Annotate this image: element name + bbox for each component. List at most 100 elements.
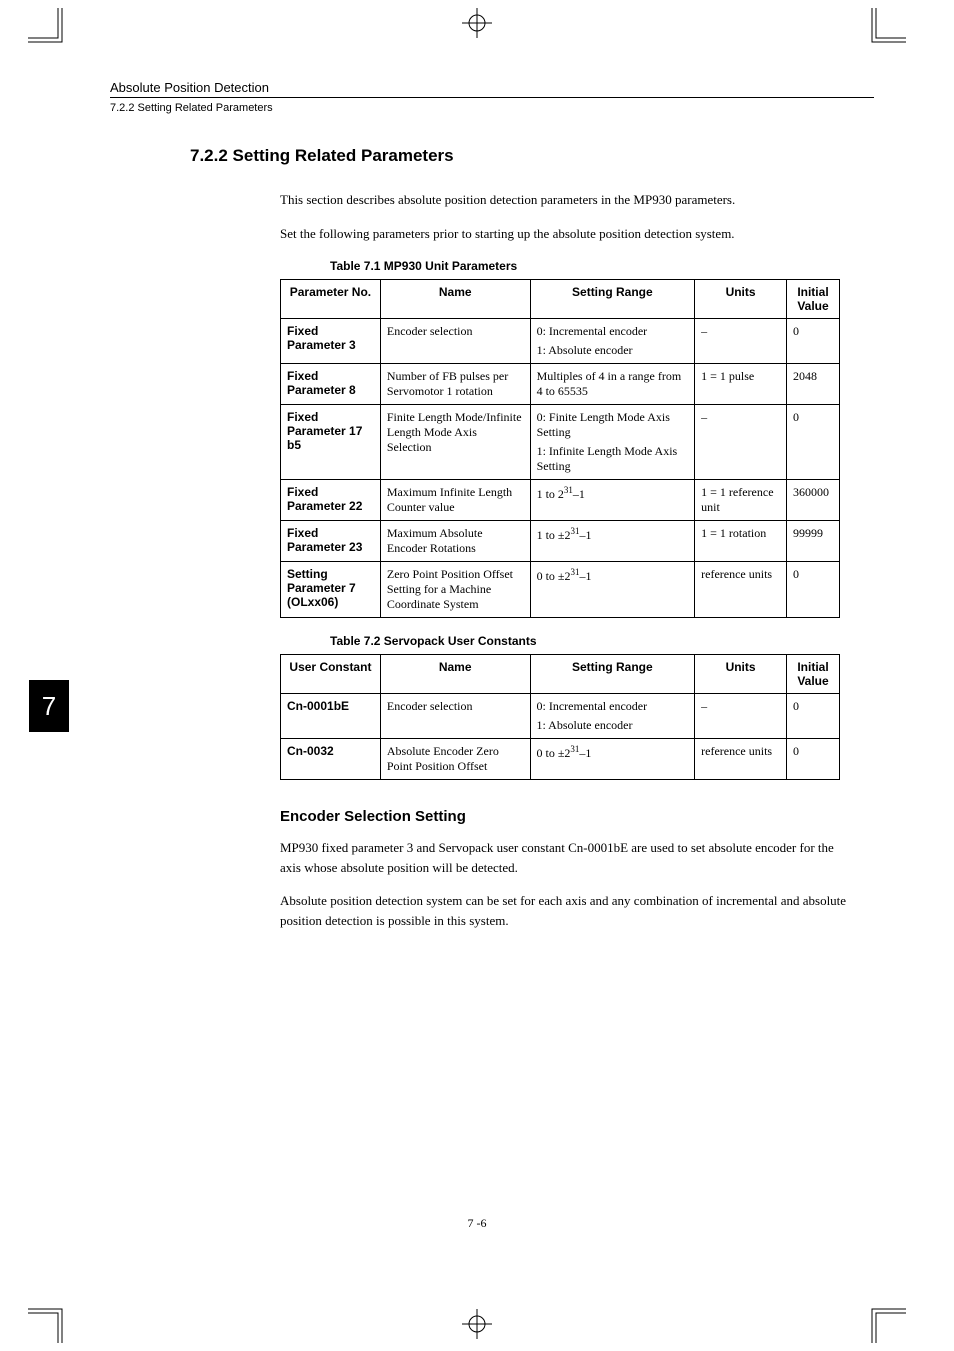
cell: Absolute Encoder Zero Point Position Off… (380, 739, 530, 780)
cell: 1 = 1 reference unit (695, 480, 787, 521)
cell: 0: Incremental encoder 1: Absolute encod… (530, 694, 695, 739)
cell: Setting Parameter 7 (OLxx06) (281, 562, 381, 618)
cell: Maximum Infinite Length Counter value (380, 480, 530, 521)
cell: Maximum Absolute Encoder Rotations (380, 521, 530, 562)
center-mark-icon (462, 8, 492, 42)
cell: 0 to ±231–1 (530, 562, 695, 618)
col-header: Name (380, 280, 530, 319)
col-header: Setting Range (530, 280, 695, 319)
text: 1 to 2 (537, 487, 564, 501)
superscript: 31 (564, 485, 573, 495)
cell: 2048 (786, 364, 839, 405)
paragraph: MP930 fixed parameter 3 and Servopack us… (280, 838, 854, 877)
cell: 1 to ±231–1 (530, 521, 695, 562)
col-header: Initial Value (786, 280, 839, 319)
range-text: 0: Incremental encoder (537, 324, 689, 339)
cell: 0 (786, 562, 839, 618)
page-number: 7 -6 (468, 1216, 487, 1231)
cell: 0 (787, 694, 840, 739)
head-rule (110, 97, 874, 98)
cell: Cn-0032 (281, 739, 381, 780)
table-7-2: User Constant Name Setting Range Units I… (280, 654, 840, 780)
cell: 1 = 1 pulse (695, 364, 787, 405)
paragraph: Absolute position detection system can b… (280, 891, 854, 930)
page: 7 Absolute Position Detection 7.2.2 Sett… (0, 0, 954, 1351)
subheading: Encoder Selection Setting (280, 808, 854, 825)
table-7-1: Parameter No. Name Setting Range Units I… (280, 279, 840, 618)
cell: Fixed Parameter 3 (281, 319, 381, 364)
text: –1 (573, 487, 585, 501)
range-text: 1: Absolute encoder (537, 718, 689, 733)
cell: 0 (786, 405, 839, 480)
intro-text: This section describes absolute position… (280, 190, 854, 210)
cell: 0 (786, 319, 839, 364)
cell: – (695, 694, 787, 739)
cell: – (695, 405, 787, 480)
sub-head: 7.2.2 Setting Related Parameters (110, 102, 874, 114)
cell: 99999 (786, 521, 839, 562)
cell: reference units (695, 739, 787, 780)
table-caption: Table 7.2 Servopack User Constants (330, 634, 854, 648)
col-header: User Constant (281, 655, 381, 694)
range-text: 0: Finite Length Mode Axis Setting (537, 410, 689, 440)
text: 0 to ±2 (537, 569, 571, 583)
table-row: Cn-0032 Absolute Encoder Zero Point Posi… (281, 739, 840, 780)
cell: Finite Length Mode/Infinite Length Mode … (380, 405, 530, 480)
content-area: This section describes absolute position… (280, 190, 854, 930)
center-mark-icon (462, 1309, 492, 1343)
cell: 1 = 1 rotation (695, 521, 787, 562)
table-row: Fixed Parameter 23 Maximum Absolute Enco… (281, 521, 840, 562)
cell: Fixed Parameter 23 (281, 521, 381, 562)
text: 1: Infinite Length Mode Axis Setting (537, 444, 678, 473)
cell: 0 (787, 739, 840, 780)
cell: Encoder selection (380, 694, 530, 739)
text: 0: Finite Length Mode Axis Setting (537, 410, 670, 439)
table-row: Setting Parameter 7 (OLxx06) Zero Point … (281, 562, 840, 618)
cell: Fixed Parameter 8 (281, 364, 381, 405)
range-text: 1: Absolute encoder (537, 343, 689, 358)
table-header-row: User Constant Name Setting Range Units I… (281, 655, 840, 694)
cell: Multiples of 4 in a range from 4 to 6553… (530, 364, 695, 405)
cell: Zero Point Position Offset Setting for a… (380, 562, 530, 618)
table-row: Fixed Parameter 22 Maximum Infinite Leng… (281, 480, 840, 521)
crop-mark-icon (862, 8, 906, 52)
table-row: Cn-0001bE Encoder selection 0: Increment… (281, 694, 840, 739)
cell: 360000 (786, 480, 839, 521)
range-text: 0: Incremental encoder (537, 699, 689, 714)
side-tab: 7 (29, 680, 69, 732)
cell: 0 to ±231–1 (530, 739, 695, 780)
intro-text: Set the following parameters prior to st… (280, 224, 854, 244)
cell: Cn-0001bE (281, 694, 381, 739)
cell: 0: Incremental encoder 1: Absolute encod… (530, 319, 695, 364)
col-header: Units (695, 280, 787, 319)
table-row: Fixed Parameter 8 Number of FB pulses pe… (281, 364, 840, 405)
cell: Encoder selection (380, 319, 530, 364)
crop-mark-icon (862, 1299, 906, 1343)
text: 1 to ±2 (537, 528, 571, 542)
cell: Fixed Parameter 17 b5 (281, 405, 381, 480)
col-header: Initial Value (787, 655, 840, 694)
text: –1 (579, 569, 591, 583)
section-title: 7.2.2 Setting Related Parameters (190, 146, 874, 166)
col-header: Setting Range (530, 655, 695, 694)
col-header: Units (695, 655, 787, 694)
crop-mark-icon (28, 8, 72, 52)
cell: 0: Finite Length Mode Axis Setting 1: In… (530, 405, 695, 480)
cell: 1 to 231–1 (530, 480, 695, 521)
text: 0 to ±2 (537, 746, 571, 760)
cell: reference units (695, 562, 787, 618)
crop-mark-icon (28, 1299, 72, 1343)
cell: Fixed Parameter 22 (281, 480, 381, 521)
table-row: Fixed Parameter 3 Encoder selection 0: I… (281, 319, 840, 364)
range-text: 1: Infinite Length Mode Axis Setting (537, 444, 689, 474)
cell: – (695, 319, 787, 364)
table-row: Fixed Parameter 17 b5 Finite Length Mode… (281, 405, 840, 480)
table-caption: Table 7.1 MP930 Unit Parameters (330, 259, 854, 273)
table-header-row: Parameter No. Name Setting Range Units I… (281, 280, 840, 319)
cell: Number of FB pulses per Servomotor 1 rot… (380, 364, 530, 405)
col-header: Name (380, 655, 530, 694)
running-head: Absolute Position Detection (110, 80, 874, 95)
col-header: Parameter No. (281, 280, 381, 319)
text: –1 (579, 528, 591, 542)
text: –1 (579, 746, 591, 760)
